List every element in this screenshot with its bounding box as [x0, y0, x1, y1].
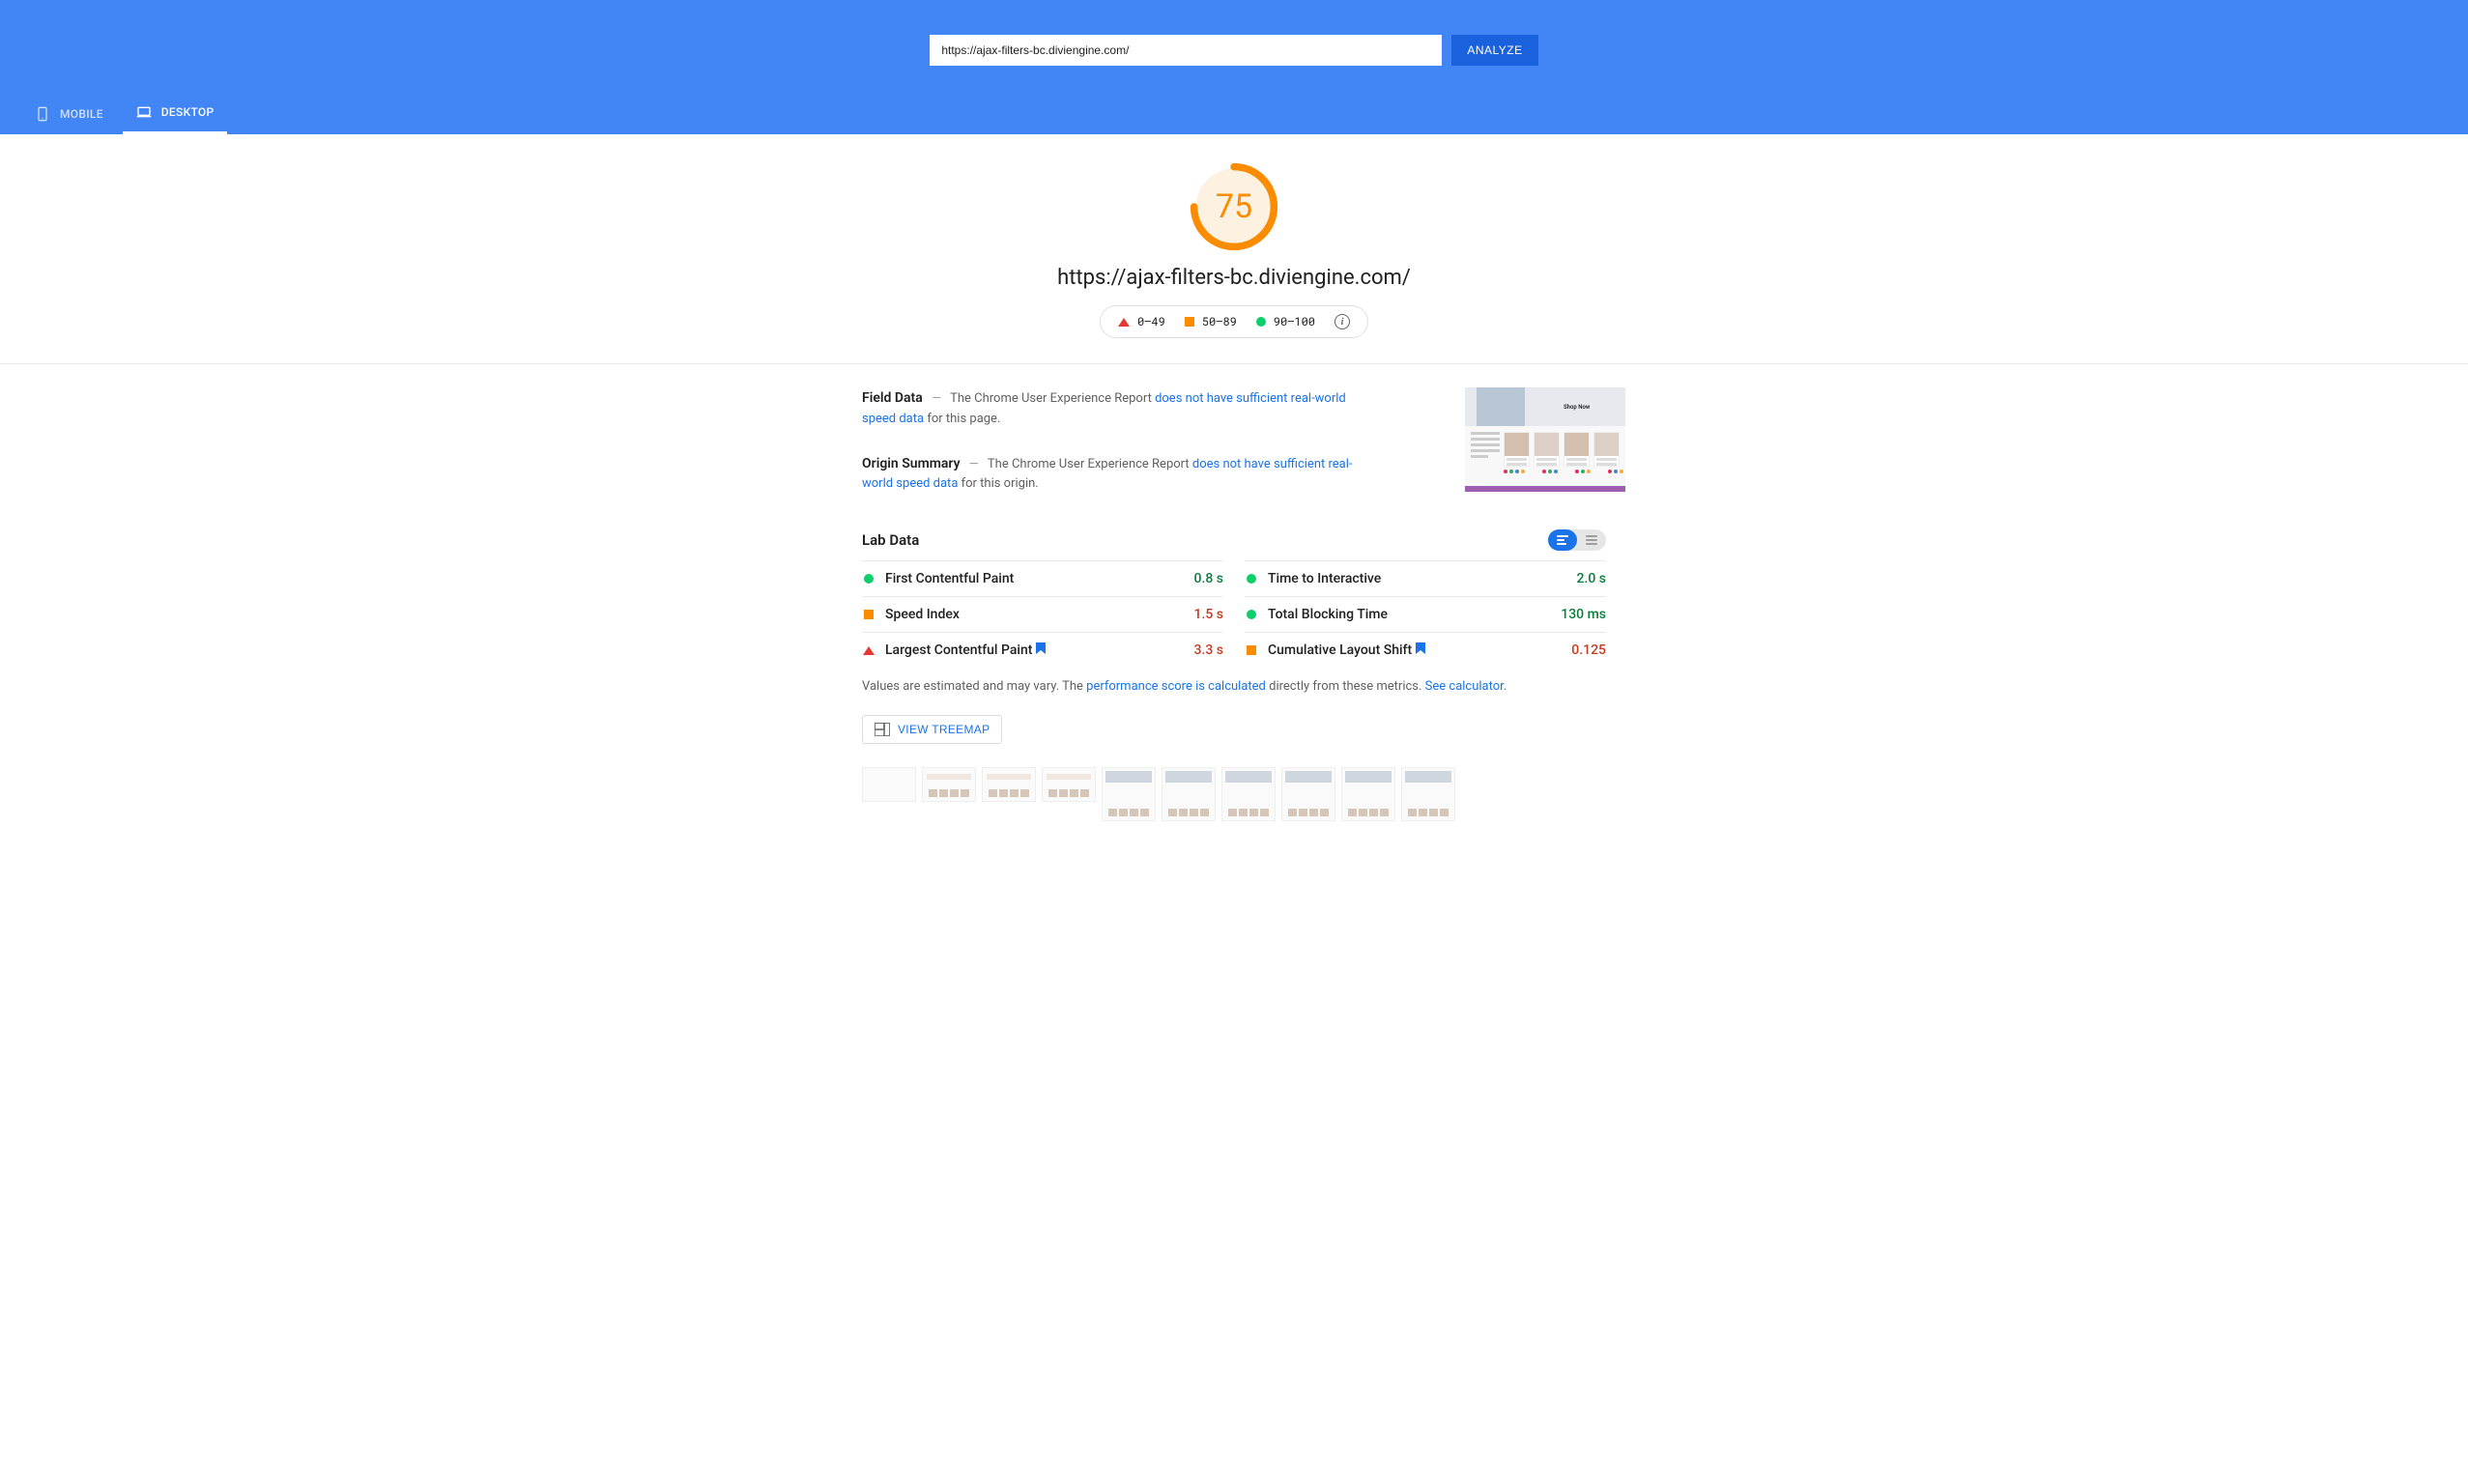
status-avg-icon	[1245, 645, 1258, 655]
metric-value: 0.8 s	[1194, 571, 1224, 586]
metric-name: Speed Index	[885, 607, 1194, 622]
footnote-link-score[interactable]: performance score is calculated	[1086, 679, 1266, 694]
thumbnail-caption: Shop Now	[1564, 404, 1590, 411]
analyze-button[interactable]: ANALYZE	[1451, 35, 1537, 66]
filmstrip-frame[interactable]	[982, 767, 1036, 802]
metric-name: Cumulative Layout Shift	[1268, 642, 1571, 658]
bookmark-icon	[1416, 642, 1425, 654]
url-input[interactable]	[930, 35, 1442, 66]
filmstrip-frame[interactable]	[1162, 767, 1216, 821]
bookmark-icon	[1036, 642, 1046, 654]
tab-mobile-label: MOBILE	[60, 107, 103, 121]
filmstrip	[862, 767, 1606, 821]
legend-good: 90–100	[1256, 314, 1315, 329]
score-legend: 0–49 50–89 90–100 i	[1100, 305, 1368, 338]
view-treemap-label: VIEW TREEMAP	[898, 723, 990, 736]
field-data-title: Field Data	[862, 390, 923, 406]
status-poor-icon	[862, 646, 875, 655]
expanded-view-icon	[1557, 535, 1568, 545]
info-icon[interactable]: i	[1334, 314, 1350, 329]
footnote-lead: Values are estimated and may vary. The	[862, 679, 1086, 694]
field-data-lead: The Chrome User Experience Report	[950, 391, 1155, 406]
metric-name: Time to Interactive	[1268, 571, 1577, 586]
metric-value: 130 ms	[1561, 607, 1606, 622]
page-thumbnail[interactable]: Shop Now	[1465, 387, 1625, 492]
metric-fcp[interactable]: First Contentful Paint0.8 s	[862, 560, 1223, 596]
metric-name: First Contentful Paint	[885, 571, 1194, 586]
metric-tbt[interactable]: Total Blocking Time130 ms	[1245, 596, 1606, 632]
lab-data-header: Lab Data	[862, 529, 1606, 551]
metrics-grid: First Contentful Paint0.8 s Time to Inte…	[862, 560, 1606, 668]
square-orange-icon	[1185, 317, 1194, 327]
filmstrip-frame[interactable]	[862, 767, 916, 802]
field-data-paragraph: Field Data — The Chrome User Experience …	[862, 387, 1374, 430]
desktop-icon	[136, 104, 152, 120]
filmstrip-frame[interactable]	[1042, 767, 1096, 802]
metric-value: 0.125	[1571, 642, 1606, 658]
filmstrip-frame[interactable]	[1281, 767, 1335, 821]
score-value: 75	[1189, 161, 1279, 252]
metric-name: Largest Contentful Paint	[885, 642, 1194, 658]
score-gauge: 75	[1189, 161, 1279, 252]
compact-view-icon	[1586, 535, 1597, 545]
legend-poor-label: 0–49	[1137, 314, 1165, 329]
triangle-red-icon	[1118, 318, 1130, 327]
dash-icon: —	[926, 391, 947, 406]
legend-avg: 50–89	[1185, 314, 1237, 329]
origin-summary-paragraph: Origin Summary — The Chrome User Experie…	[862, 453, 1374, 496]
page-url: https://ajax-filters-bc.diviengine.com/	[0, 266, 2468, 290]
legend-poor: 0–49	[1118, 314, 1165, 329]
circle-green-icon	[1256, 317, 1266, 327]
footnote-mid: directly from these metrics.	[1266, 679, 1425, 694]
filmstrip-frame[interactable]	[1102, 767, 1156, 821]
legend-avg-label: 50–89	[1202, 314, 1237, 329]
tab-desktop[interactable]: DESKTOP	[123, 95, 228, 134]
treemap-icon	[875, 723, 890, 736]
metric-si[interactable]: Speed Index1.5 s	[862, 596, 1223, 632]
metric-name: Total Blocking Time	[1268, 607, 1561, 622]
footnote-link-calculator[interactable]: See calculator.	[1425, 679, 1507, 694]
status-good-icon	[1245, 574, 1258, 584]
status-good-icon	[862, 574, 875, 584]
tab-desktop-label: DESKTOP	[161, 105, 215, 119]
view-compact-button[interactable]	[1577, 529, 1606, 551]
legend-good-label: 90–100	[1274, 314, 1315, 329]
filmstrip-frame[interactable]	[922, 767, 976, 802]
dash-icon: —	[963, 457, 985, 471]
view-expanded-button[interactable]	[1548, 529, 1577, 551]
origin-summary-lead: The Chrome User Experience Report	[988, 457, 1192, 471]
metric-lcp[interactable]: Largest Contentful Paint3.3 s	[862, 632, 1223, 668]
metric-value: 2.0 s	[1577, 571, 1607, 586]
metric-value: 1.5 s	[1194, 607, 1224, 622]
mobile-icon	[35, 106, 50, 122]
origin-summary-trail: for this origin.	[958, 476, 1038, 491]
status-avg-icon	[862, 610, 875, 619]
tab-mobile[interactable]: MOBILE	[21, 95, 117, 134]
metrics-view-toggle	[1548, 529, 1606, 551]
search-row: ANALYZE	[0, 35, 2468, 95]
filmstrip-frame[interactable]	[1341, 767, 1395, 821]
hero-section: 75 https://ajax-filters-bc.diviengine.co…	[0, 134, 2468, 364]
metric-tti[interactable]: Time to Interactive2.0 s	[1245, 560, 1606, 596]
top-bar: ANALYZE MOBILE DESKTOP	[0, 0, 2468, 134]
filmstrip-frame[interactable]	[1221, 767, 1276, 821]
metric-cls[interactable]: Cumulative Layout Shift0.125	[1245, 632, 1606, 668]
status-good-icon	[1245, 610, 1258, 619]
metric-value: 3.3 s	[1194, 642, 1224, 658]
device-tabs: MOBILE DESKTOP	[0, 95, 2468, 134]
lab-footnote: Values are estimated and may vary. The p…	[862, 677, 1606, 698]
lab-data-title: Lab Data	[862, 531, 919, 549]
filmstrip-frame[interactable]	[1401, 767, 1455, 821]
view-treemap-button[interactable]: VIEW TREEMAP	[862, 715, 1002, 744]
field-data-trail: for this page.	[924, 412, 1000, 426]
content: Shop Now Field Data — The Chrome User Ex…	[852, 387, 1616, 821]
origin-summary-title: Origin Summary	[862, 456, 961, 471]
